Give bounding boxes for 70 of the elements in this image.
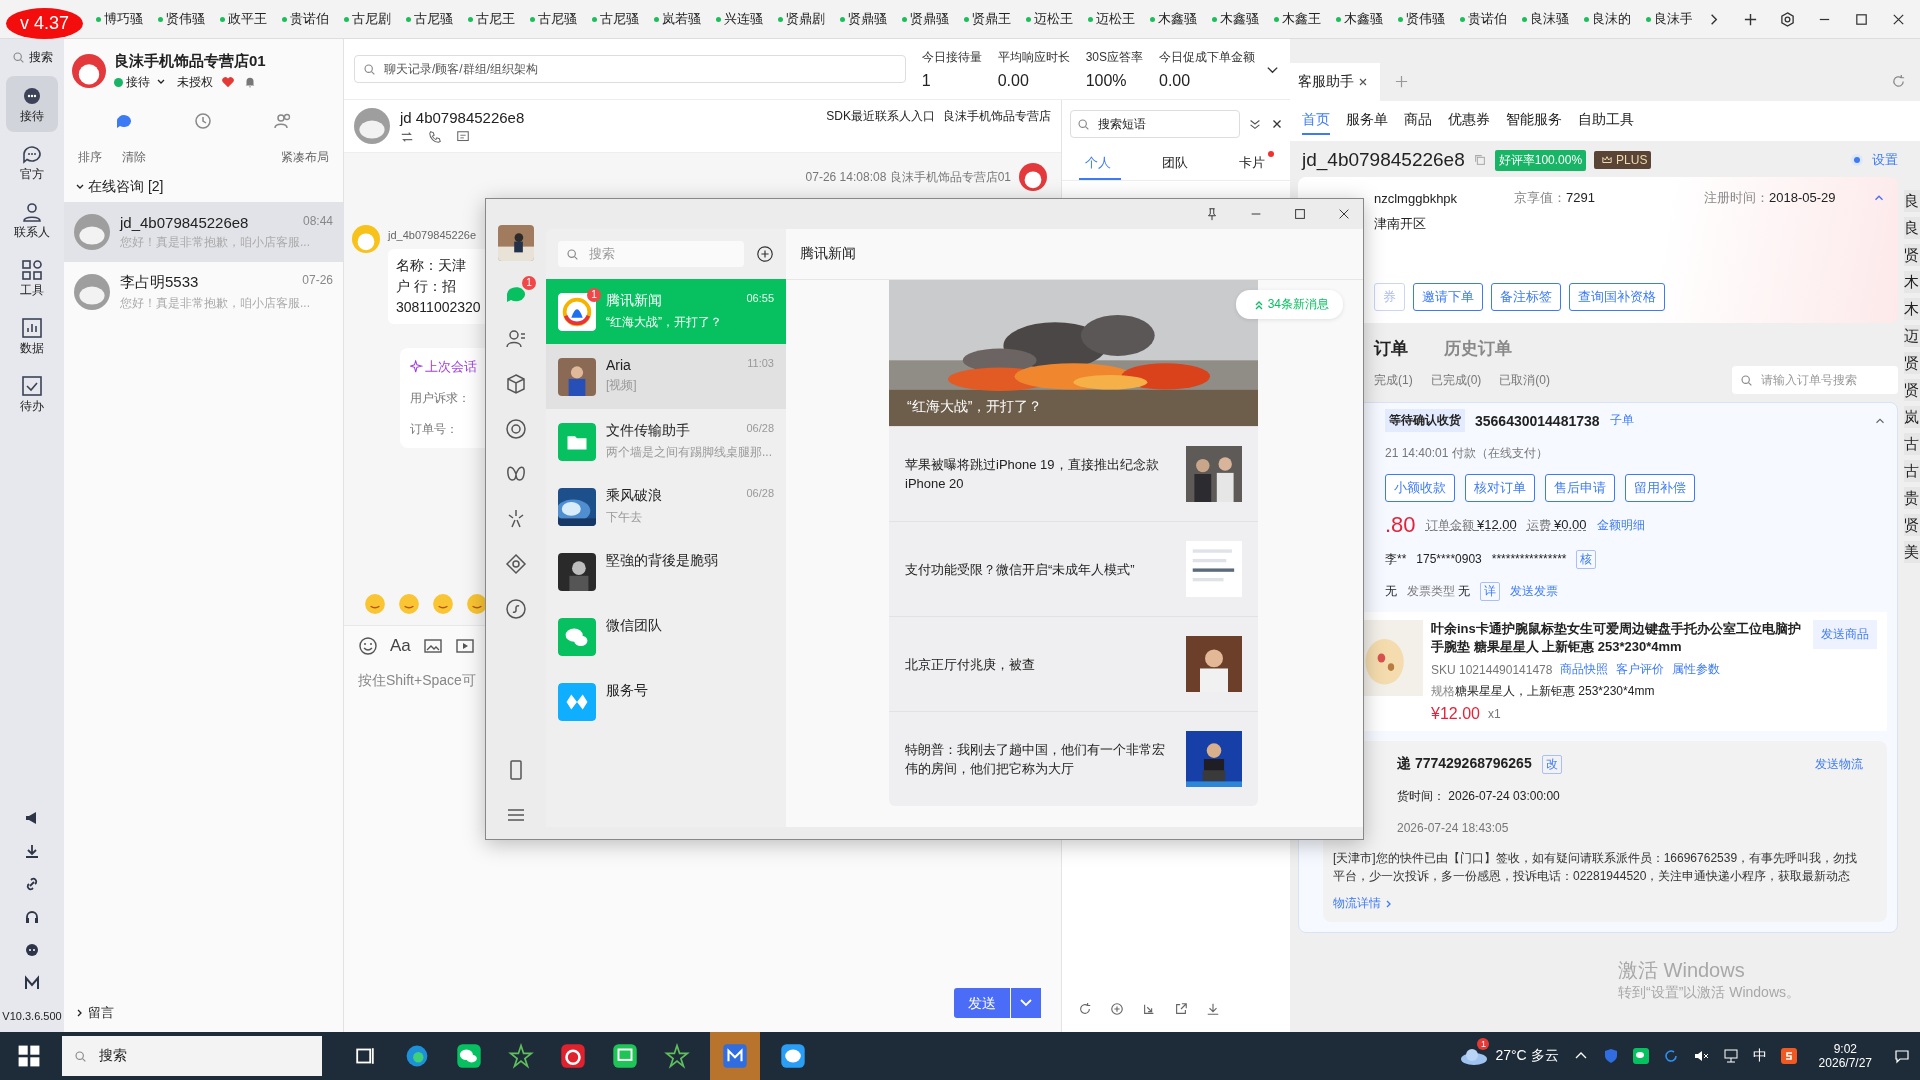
version-label: V10.3.6.500 <box>2 1010 62 1022</box>
chat-time: 06/28 <box>746 422 774 436</box>
tracking-number: 递 777429268796265 <box>1397 755 1532 773</box>
stat-label: 今日促成下单金额 <box>1159 48 1255 66</box>
chat-name: 腾讯新闻 <box>606 292 662 310</box>
sku-number: SKU 10214490141478 <box>1431 662 1553 677</box>
chat-name: 堅強的背後是脆弱 <box>606 552 718 570</box>
chat-name: 乘风破浪 <box>606 487 662 505</box>
chat-name: 文件传输助手 <box>606 422 690 440</box>
activation-hint: 转到“设置”以激活 Windows。 <box>1618 984 1801 1002</box>
message-preview: 您好！真是非常抱歉，咱小店客服... <box>120 294 311 312</box>
plus-badge: PLUS <box>1594 151 1652 169</box>
chat-preview: 两个墙是之间有踢脚线桌腿那... <box>606 444 773 461</box>
masked-address: **************** <box>1491 552 1567 566</box>
chat-name: 服务号 <box>606 682 648 700</box>
order-number: 3566430014481738 <box>1475 412 1600 429</box>
stat-value: 0.00 <box>997 71 1030 90</box>
stat-value: 0.00 <box>1159 71 1192 90</box>
chat-title: 腾讯新闻 <box>800 245 856 263</box>
address: 津南开区 <box>1374 215 1427 233</box>
buyer-phone: 175****0903 <box>1416 552 1482 566</box>
chat-time: 11:03 <box>747 357 774 371</box>
ship-time: 货时间： 2026-07-24 03:00:00 <box>1397 787 1560 805</box>
summary-title: 上次会话 <box>410 358 477 376</box>
score-field: 京享值：7291 <box>1514 189 1704 207</box>
payment-time: 21 14:40:01 付款（在线支付） <box>1385 444 1548 462</box>
sender-name: jd_4b079845226e <box>388 229 477 241</box>
order-total: 订单金额 ¥12.00 <box>1425 516 1517 534</box>
chat-time: 06/28 <box>746 487 774 501</box>
customer-id: jd_4b079845226e8 <box>1302 149 1465 171</box>
notification-badge: 1 <box>1477 1038 1490 1050</box>
chat-preview: “红海大战”，开打了？ <box>606 314 723 331</box>
invoice-value: 无 <box>1385 582 1397 600</box>
invoice-type: 发票类型 无 <box>1407 582 1471 600</box>
summary-field: 用户诉求： <box>410 390 470 407</box>
paid-amount: .80 <box>1385 512 1416 538</box>
summary-field: 订单号： <box>410 421 458 438</box>
activation-title: 激活 Windows <box>1618 958 1746 983</box>
message-time: 08:44 <box>302 213 333 230</box>
event-time: 2026-07-24 18:43:05 <box>1397 821 1509 835</box>
contact-name: jd_4b079845226e8 <box>120 213 249 231</box>
shipping-fee: 运费 ¥0.00 <box>1526 516 1587 534</box>
chat-preview: [视频] <box>606 377 638 394</box>
logistics-event: [天津市]您的快件已由【门口】签收，如有疑问请联系派件员：16696762539，有事先呼叫我，勿找平台，少一次投诉，多一份感恩，投诉电话：02281944520，关注申通快递小程序，获取最新动态 <box>1333 850 1859 885</box>
registration-field: 注册时间：2018-05-29 <box>1704 189 1836 207</box>
shop-name: 良沫手机饰品专营店01 <box>114 51 266 71</box>
account-name: nzclmggbkhpk <box>1374 190 1459 206</box>
chat-name: Aria <box>606 357 631 373</box>
stat-label: 今日接待量 <box>921 48 982 66</box>
unread-badge: 1 <box>587 287 601 302</box>
order-status: 等待确认收货 <box>1385 409 1465 432</box>
stat-value: 1 <box>921 71 932 90</box>
contact-name: jd 4b079845226e8 <box>400 108 525 126</box>
stat-value: 100% <box>1085 71 1128 90</box>
product-title: 叶余ins卡通护腕鼠标垫女生可爱周边键盘手托办公室工位电脑护手腕垫 糖果星星人 上新钜惠 253*230*4mm <box>1431 620 1802 656</box>
buyer-name: 李** <box>1385 550 1407 568</box>
product-price: ¥12.00 <box>1431 705 1480 723</box>
rating-badge: 好评率100.00% <box>1494 149 1587 171</box>
message-meta: 07-26 14:08:08 良沫手机饰品专营店01 <box>805 168 1011 186</box>
contact-name: 李占明5533 <box>120 272 199 292</box>
unread-badge: 1 <box>522 276 536 290</box>
product-spec: 规格糖果星星人，上新钜惠 253*230*4mm <box>1431 683 1656 700</box>
stat-label: 平均响应时长 <box>997 48 1070 66</box>
chat-time: 06:55 <box>746 292 774 306</box>
message-preview: 您好！真是非常抱歉，咱小店客服... <box>120 233 311 251</box>
quantity: x1 <box>1487 707 1501 721</box>
chat-preview: 下午去 <box>606 509 643 526</box>
message-time: 07-26 <box>302 272 333 289</box>
stat-label: 30S应答率 <box>1085 48 1143 66</box>
chat-name: 微信团队 <box>606 617 662 635</box>
